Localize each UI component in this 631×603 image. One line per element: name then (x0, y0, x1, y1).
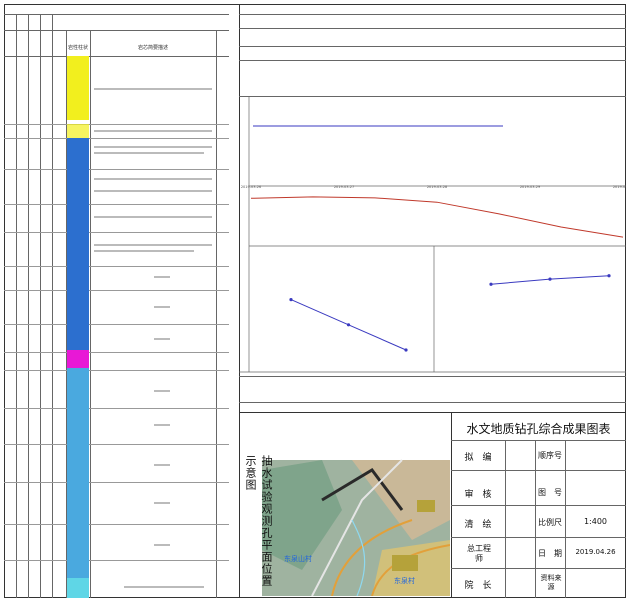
layer-line (4, 204, 229, 205)
layer-line (4, 408, 229, 409)
x-tick-label: 2019-03-27 (334, 185, 354, 189)
lithology-column-header: 岩性柱状 (67, 45, 88, 51)
data-point (404, 348, 408, 352)
description-text (94, 146, 212, 148)
title-block-label: 院 长 (464, 581, 492, 591)
header-line-3 (4, 56, 229, 57)
title-block-title: 水文地质钻孔综合成果图表 (466, 422, 611, 436)
col-sep (28, 14, 29, 598)
map-panel: 东泉山村 东泉村 (262, 430, 451, 597)
title-block-line (451, 537, 626, 538)
header-line-2 (4, 30, 229, 31)
title-block-label: 图 号 (538, 488, 562, 497)
layer-line (4, 324, 229, 325)
title-block-line (451, 505, 626, 506)
x-tick-label: 2019-03-26 (241, 185, 261, 189)
layer-line (4, 524, 229, 525)
header-line-1 (4, 14, 229, 15)
description-text (154, 276, 170, 278)
description-text (94, 244, 212, 246)
drawdown-chart-right (489, 274, 611, 286)
description-column-header: 岩芯简要描述 (137, 45, 168, 51)
title-block-line (451, 440, 626, 441)
lithology-block-blue (67, 138, 89, 350)
series-line (250, 196, 624, 238)
layer-line (4, 124, 229, 125)
description-text (94, 190, 212, 192)
lithology-block-cyan (67, 578, 89, 598)
scale-value: 1:400 (583, 517, 608, 526)
lithology-panel: 岩性柱状 岩芯简要描述 (4, 4, 229, 598)
description-text (94, 152, 204, 154)
map-label: 东泉村 (394, 577, 415, 585)
lithology-block-lightblue (67, 368, 89, 578)
description-text (154, 306, 170, 308)
x-tick-label: 2019-03-29 (520, 185, 540, 189)
layer-line (4, 352, 229, 353)
map-label: 东泉山村 (284, 555, 312, 563)
table-line (239, 46, 626, 47)
layer-line (4, 482, 229, 483)
layer-line (4, 444, 229, 445)
lithology-block-yellow (67, 124, 89, 138)
table-line (239, 402, 626, 403)
table-line (239, 60, 626, 61)
title-block-label: 拟 编 (464, 453, 492, 463)
title-block-label: 比例尺 (538, 518, 562, 527)
col-sep (90, 30, 91, 598)
description-text (94, 130, 212, 132)
title-block-label: 顺序号 (538, 451, 562, 460)
title-block-label: 审 核 (464, 490, 492, 500)
data-point (548, 277, 552, 281)
description-text (94, 250, 194, 252)
data-point (607, 274, 611, 278)
layer-line (4, 266, 229, 267)
drawdown-chart-left (289, 298, 408, 352)
description-text (154, 424, 170, 426)
data-point (289, 298, 293, 302)
lithology-block-magenta (67, 350, 89, 368)
title-block-label: 总工程师 (467, 544, 491, 563)
description-text (124, 586, 204, 588)
description-text (154, 464, 170, 466)
description-text (154, 338, 170, 340)
col-sep (16, 14, 17, 598)
table-line (239, 376, 626, 377)
description-text (94, 88, 212, 90)
description-text (154, 502, 170, 504)
charts-area: 2019-03-26 2019-03-27 2019-03-28 2019-03-29… (239, 96, 626, 373)
table-line (239, 14, 626, 15)
col-sep (52, 14, 53, 598)
description-text (154, 544, 170, 546)
x-tick-label: 2019-03-30 (613, 185, 626, 189)
lithology-block-yellow (67, 56, 89, 120)
table-line (239, 412, 626, 413)
table-line (239, 28, 626, 29)
title-block-line (451, 568, 626, 569)
layer-line (4, 232, 229, 233)
layer-line (4, 138, 229, 139)
title-block-label: 日 期 (538, 549, 562, 558)
water-level-chart: 2019-03-26 2019-03-27 2019-03-28 2019-03-29… (241, 185, 626, 238)
title-block-line (505, 440, 506, 598)
map-title: 抽水试验观测孔平面位置示意图 (244, 455, 273, 587)
title-block-label: 清 绘 (464, 520, 492, 530)
layer-line (4, 370, 229, 371)
title-block-line (451, 470, 626, 471)
col-sep (216, 30, 217, 598)
date-value: 2019.04.26 (575, 548, 616, 556)
layer-line (4, 560, 229, 561)
layer-line (4, 290, 229, 291)
data-point (346, 323, 351, 327)
description-text (94, 216, 212, 218)
layer-line (4, 169, 229, 170)
data-point (489, 282, 493, 286)
col-sep (40, 14, 41, 598)
x-tick-label: 2019-03-28 (427, 185, 447, 189)
title-block-label: 资料来源 (540, 574, 562, 591)
description-text (94, 178, 212, 180)
description-text (154, 390, 170, 392)
map-image (262, 459, 451, 597)
